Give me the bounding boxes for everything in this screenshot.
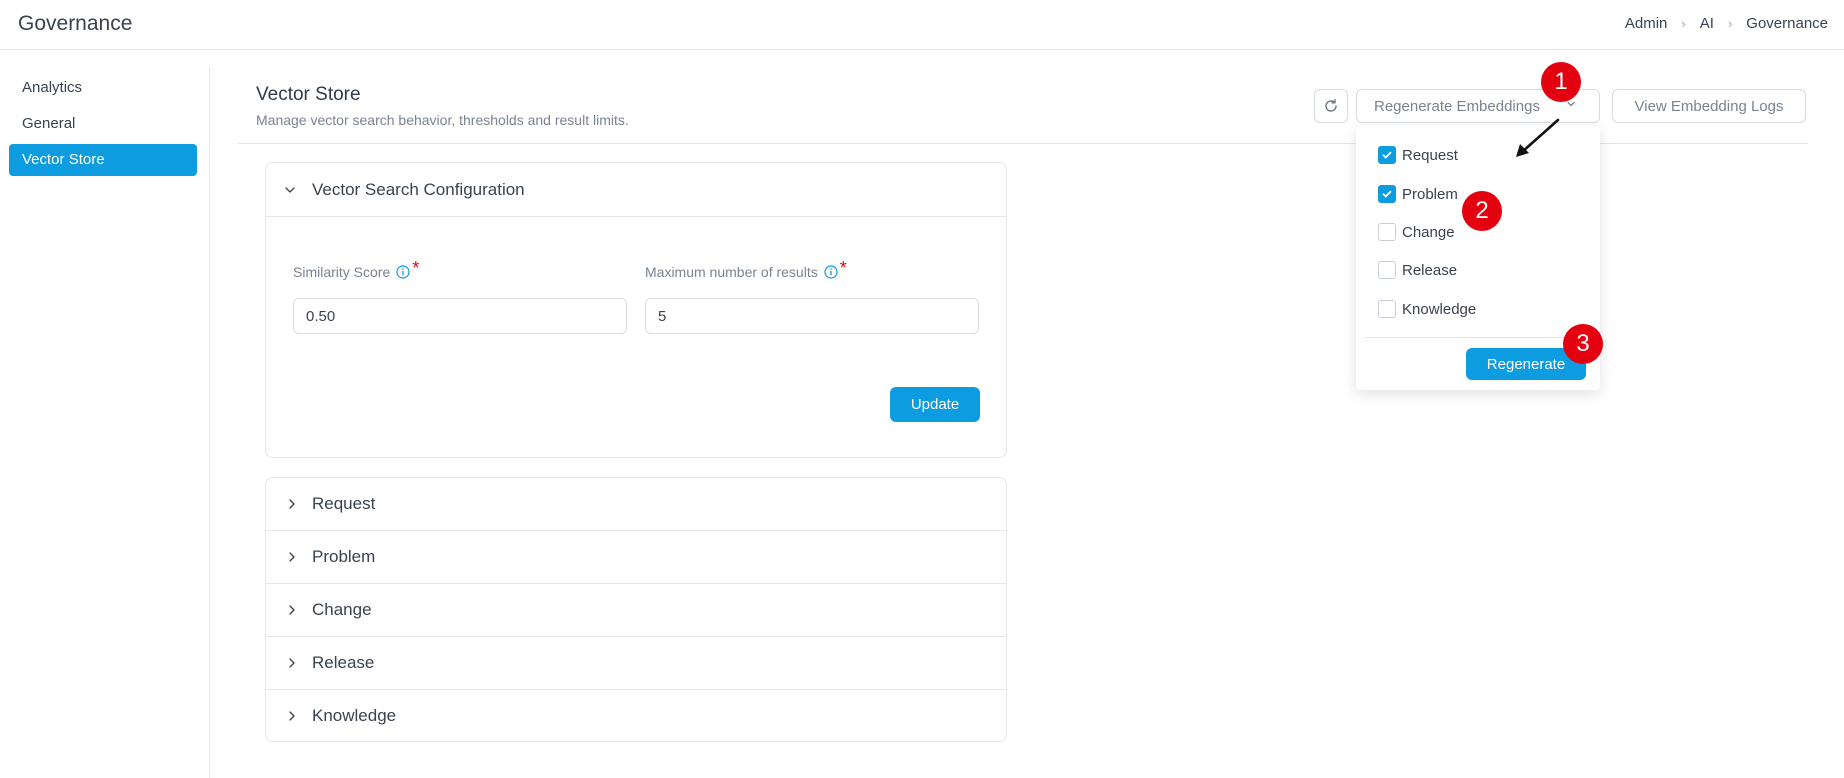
chevron-right-icon: › (1681, 16, 1686, 31)
accordion-label: Request (312, 494, 376, 513)
accordion-release[interactable]: Release (266, 637, 1006, 690)
dropdown-option-knowledge[interactable]: Knowledge (1378, 298, 1476, 320)
step-callout-3: 3 (1563, 324, 1603, 364)
checkbox-checked[interactable] (1378, 185, 1396, 203)
checkbox-unchecked[interactable] (1378, 261, 1396, 279)
page-subtitle: Manage vector search behavior, threshold… (256, 112, 629, 128)
dropdown-option-label: Knowledge (1402, 300, 1477, 318)
max-results-label: Maximum number of results * (645, 258, 847, 282)
chevron-right-icon: › (1727, 16, 1733, 31)
sidebar-item-general[interactable]: General (9, 108, 197, 140)
dropdown-option-label: Request (1402, 146, 1458, 164)
entity-accordion-list: Request Problem Change Release Knowledge (265, 477, 1007, 742)
accordion-label: Change (312, 600, 372, 619)
checkbox-unchecked[interactable] (1378, 300, 1396, 318)
sidebar-item-vector-store[interactable]: Vector Store (9, 144, 197, 176)
step-callout-1: 1 (1541, 62, 1581, 102)
accordion-label: Release (312, 653, 375, 672)
required-marker: * (839, 258, 847, 278)
accordion-request[interactable]: Request (266, 478, 1006, 531)
refresh-icon (1325, 99, 1337, 112)
max-results-input[interactable] (645, 298, 979, 334)
max-results-label-text: Maximum number of results (645, 263, 818, 280)
info-icon[interactable] (824, 264, 838, 279)
dropdown-option-label: Change (1402, 223, 1455, 241)
page-title: Vector Store (256, 84, 361, 105)
dropdown-option-release[interactable]: Release (1378, 259, 1457, 281)
required-marker: * (412, 258, 420, 278)
vector-search-config-title: Vector Search Configuration (312, 180, 525, 199)
vector-search-config-card: Vector Search Configuration Similarity S… (265, 162, 1007, 458)
chevron-right-icon (289, 552, 295, 562)
accordion-label: Problem (312, 547, 376, 566)
accordion-problem[interactable]: Problem (266, 531, 1006, 584)
similarity-score-label-text: Similarity Score (293, 263, 391, 280)
chevron-right-icon (289, 658, 295, 668)
update-button[interactable]: Update (890, 387, 980, 422)
dropdown-option-label: Release (1402, 261, 1458, 279)
top-bar: Governance Admin › AI › Governance (0, 0, 1844, 50)
view-embedding-logs-button[interactable]: View Embedding Logs (1612, 89, 1806, 123)
vector-search-config-header[interactable]: Vector Search Configuration (266, 163, 1006, 217)
chevron-right-icon (289, 499, 295, 509)
dropdown-option-problem[interactable]: Problem (1378, 183, 1458, 205)
accordion-label: Knowledge (312, 706, 397, 725)
breadcrumb: Admin › AI › Governance (1625, 15, 1828, 32)
checkbox-unchecked[interactable] (1378, 223, 1396, 241)
divider (1364, 337, 1592, 338)
dropdown-option-request[interactable]: Request (1378, 144, 1458, 166)
dropdown-option-change[interactable]: Change (1378, 221, 1455, 243)
similarity-score-input[interactable] (293, 298, 627, 334)
step-callout-2: 2 (1462, 191, 1502, 231)
sidebar: Analytics General Vector Store (0, 68, 210, 778)
app-title: Governance (18, 12, 133, 35)
chevron-right-icon (289, 711, 295, 721)
refresh-button[interactable] (1314, 89, 1348, 123)
chevron-right-icon (289, 605, 295, 615)
checkbox-checked[interactable] (1378, 146, 1396, 164)
breadcrumb-admin[interactable]: Admin (1625, 15, 1668, 32)
accordion-knowledge[interactable]: Knowledge (266, 690, 1006, 743)
check-icon (1382, 190, 1392, 198)
sidebar-item-analytics[interactable]: Analytics (9, 72, 197, 104)
check-icon (1382, 151, 1392, 159)
similarity-score-label: Similarity Score * (293, 258, 420, 282)
chevron-down-icon (285, 187, 295, 193)
breadcrumb-governance: Governance (1746, 15, 1828, 32)
accordion-change[interactable]: Change (266, 584, 1006, 637)
annotation-arrow (1516, 118, 1560, 157)
breadcrumb-ai[interactable]: AI (1700, 15, 1714, 32)
info-icon[interactable] (396, 264, 410, 279)
dropdown-option-label: Problem (1402, 185, 1458, 203)
